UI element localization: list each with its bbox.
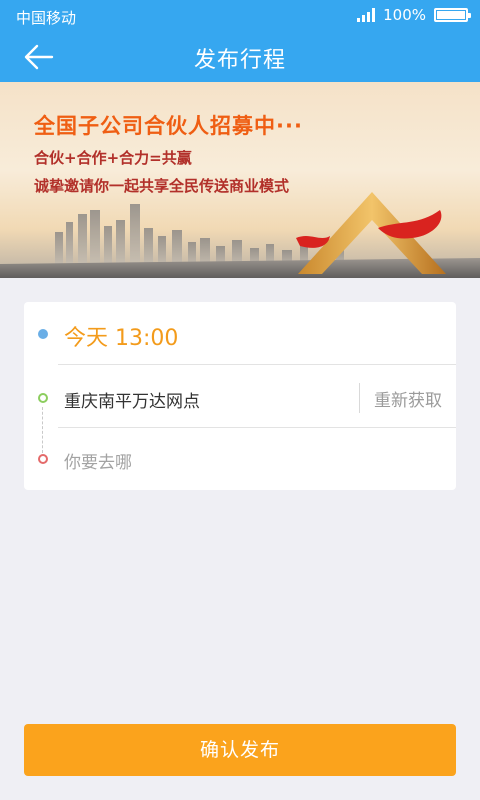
destination-dot-icon	[38, 454, 48, 464]
status-bar: 中国移动 100%	[0, 0, 480, 32]
destination-row[interactable]: 你要去哪	[24, 428, 456, 490]
trip-form-card: 今天 13:00 重庆南平万达网点 重新获取 你要去哪	[24, 302, 456, 490]
battery-percentage: 100%	[383, 6, 426, 24]
banner-headline: 全国子公司合伙人招募中···	[34, 114, 303, 138]
confirm-publish-button[interactable]: 确认发布	[24, 724, 456, 776]
divider	[58, 364, 456, 365]
origin-row[interactable]: 重庆南平万达网点 重新获取	[24, 366, 456, 428]
origin-value: 重庆南平万达网点	[64, 392, 200, 412]
carrier-label: 中国移动	[16, 9, 77, 27]
destination-input[interactable]: 你要去哪	[64, 448, 132, 473]
banner-slogan: 合伙+合作+合力=共赢	[34, 149, 192, 167]
title-bar: 发布行程	[0, 32, 480, 82]
refresh-location-button[interactable]: 重新获取	[374, 386, 442, 411]
clock-dot-icon	[38, 329, 48, 339]
departure-time-value: 今天 13:00	[64, 326, 179, 351]
origin-dot-icon	[38, 393, 48, 403]
battery-full-icon	[434, 8, 471, 22]
page-title: 发布行程	[193, 48, 286, 73]
departure-time-row[interactable]: 今天 13:00	[24, 302, 456, 364]
promo-banner[interactable]: 全国子公司合伙人招募中··· 合伙+合作+合力=共赢 诚挚邀请你一起共享全民传送…	[0, 82, 480, 278]
city-skyline-illustration	[0, 192, 480, 278]
divider	[359, 383, 360, 413]
status-indicators: 100%	[357, 6, 471, 24]
signal-bars-icon	[357, 8, 376, 22]
banner-invitation: 诚挚邀请你一起共享全民传送商业模式	[34, 177, 290, 195]
app-header: 中国移动 100% 发布行程	[0, 0, 480, 82]
